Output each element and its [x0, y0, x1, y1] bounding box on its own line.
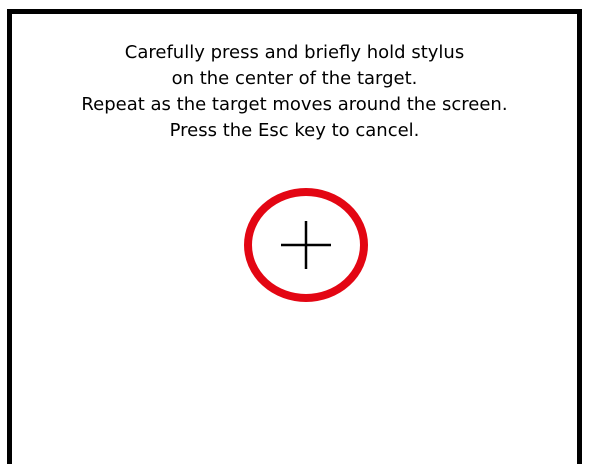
calibration-target[interactable] — [242, 186, 370, 304]
calibration-screen: Carefully press and briefly hold stylus … — [7, 9, 582, 464]
instruction-line-1: Carefully press and briefly hold stylus — [124, 42, 465, 63]
calibration-target-icon — [244, 188, 368, 302]
instruction-line-3: Repeat as the target moves around the sc… — [81, 94, 508, 115]
calibration-instructions: Carefully press and briefly hold stylus … — [12, 40, 577, 144]
instruction-line-2: on the center of the target. — [171, 68, 418, 89]
instruction-line-4: Press the Esc key to cancel. — [169, 120, 420, 141]
